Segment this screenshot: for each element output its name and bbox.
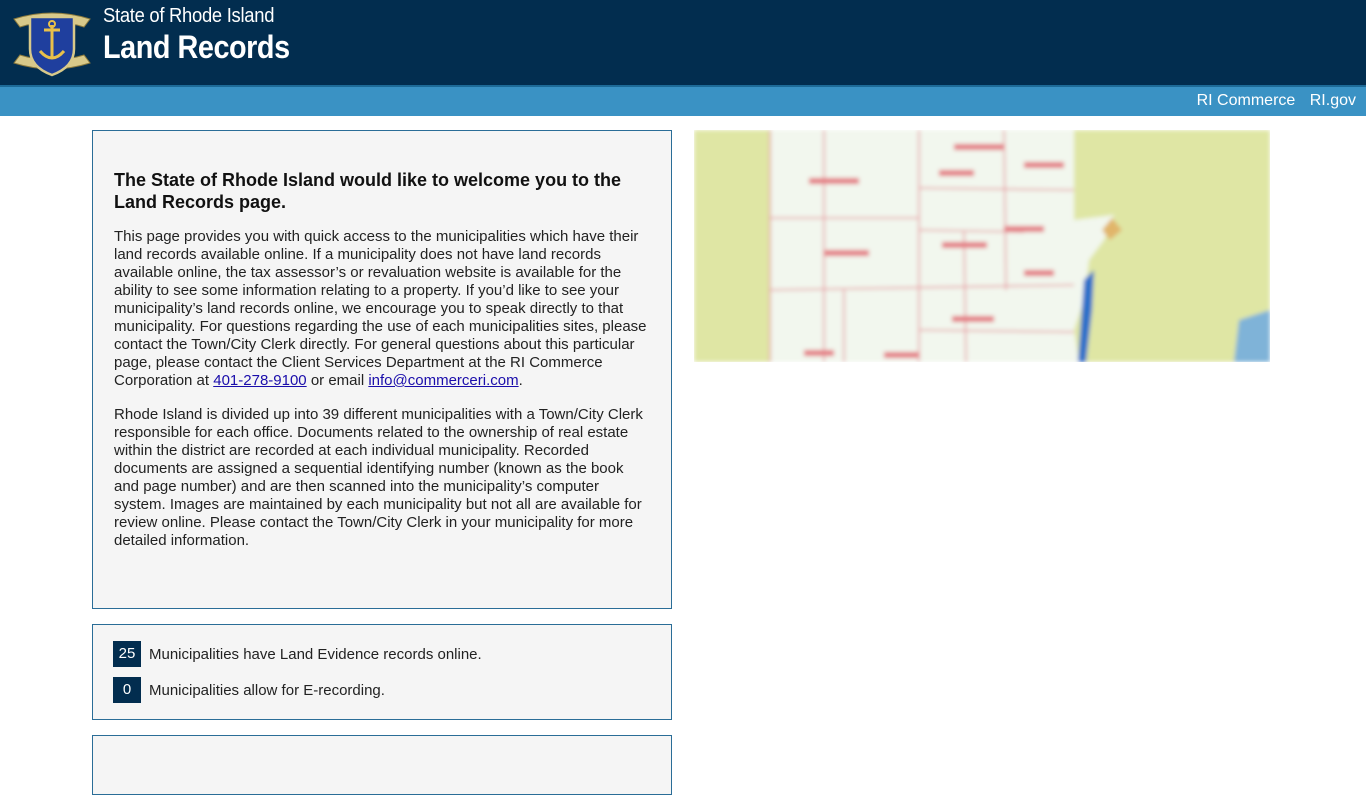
ri-commerce-link[interactable]: RI Commerce [1197, 92, 1296, 109]
stat-e-recording: 0 Municipalities allow for E-recording. [113, 677, 385, 703]
site-header: State of Rhode Island Land Records [0, 0, 1366, 85]
state-seal-icon[interactable] [12, 5, 92, 79]
ri-gov-link[interactable]: RI.gov [1310, 92, 1356, 109]
site-title-land-records[interactable]: Land Records [103, 29, 290, 66]
intro-text: This page provides you with quick access… [114, 228, 647, 389]
municipalities-paragraph: Rhode Island is divided up into 39 diffe… [114, 406, 643, 549]
intro-text-end: . [518, 372, 523, 389]
site-title-state: State of Rhode Island [103, 5, 275, 27]
count-badge: 0 [113, 677, 141, 703]
stat-label: Municipalities have Land Evidence record… [149, 645, 482, 663]
stat-online-records: 25 Municipalities have Land Evidence rec… [113, 641, 482, 667]
phone-link[interactable]: 401-278-9100 [213, 372, 306, 389]
sub-navigation: RI Commerce RI.gov [1187, 92, 1356, 110]
municipality-map-image[interactable] [694, 130, 1270, 362]
welcome-panel: The State of Rhode Island would like to … [92, 130, 672, 609]
sub-navigation-bar: RI Commerce RI.gov [0, 85, 1366, 116]
stat-label: Municipalities allow for E-recording. [149, 681, 385, 699]
welcome-heading: The State of Rhode Island would like to … [114, 170, 622, 212]
count-badge: 25 [113, 641, 141, 667]
intro-paragraph: This page provides you with quick access… [114, 228, 649, 390]
stats-panel: 25 Municipalities have Land Evidence rec… [92, 624, 672, 720]
email-link[interactable]: info@commerceri.com [368, 372, 518, 389]
intro-text-or-email: or email [306, 372, 369, 389]
municipality-list-panel [92, 735, 672, 795]
